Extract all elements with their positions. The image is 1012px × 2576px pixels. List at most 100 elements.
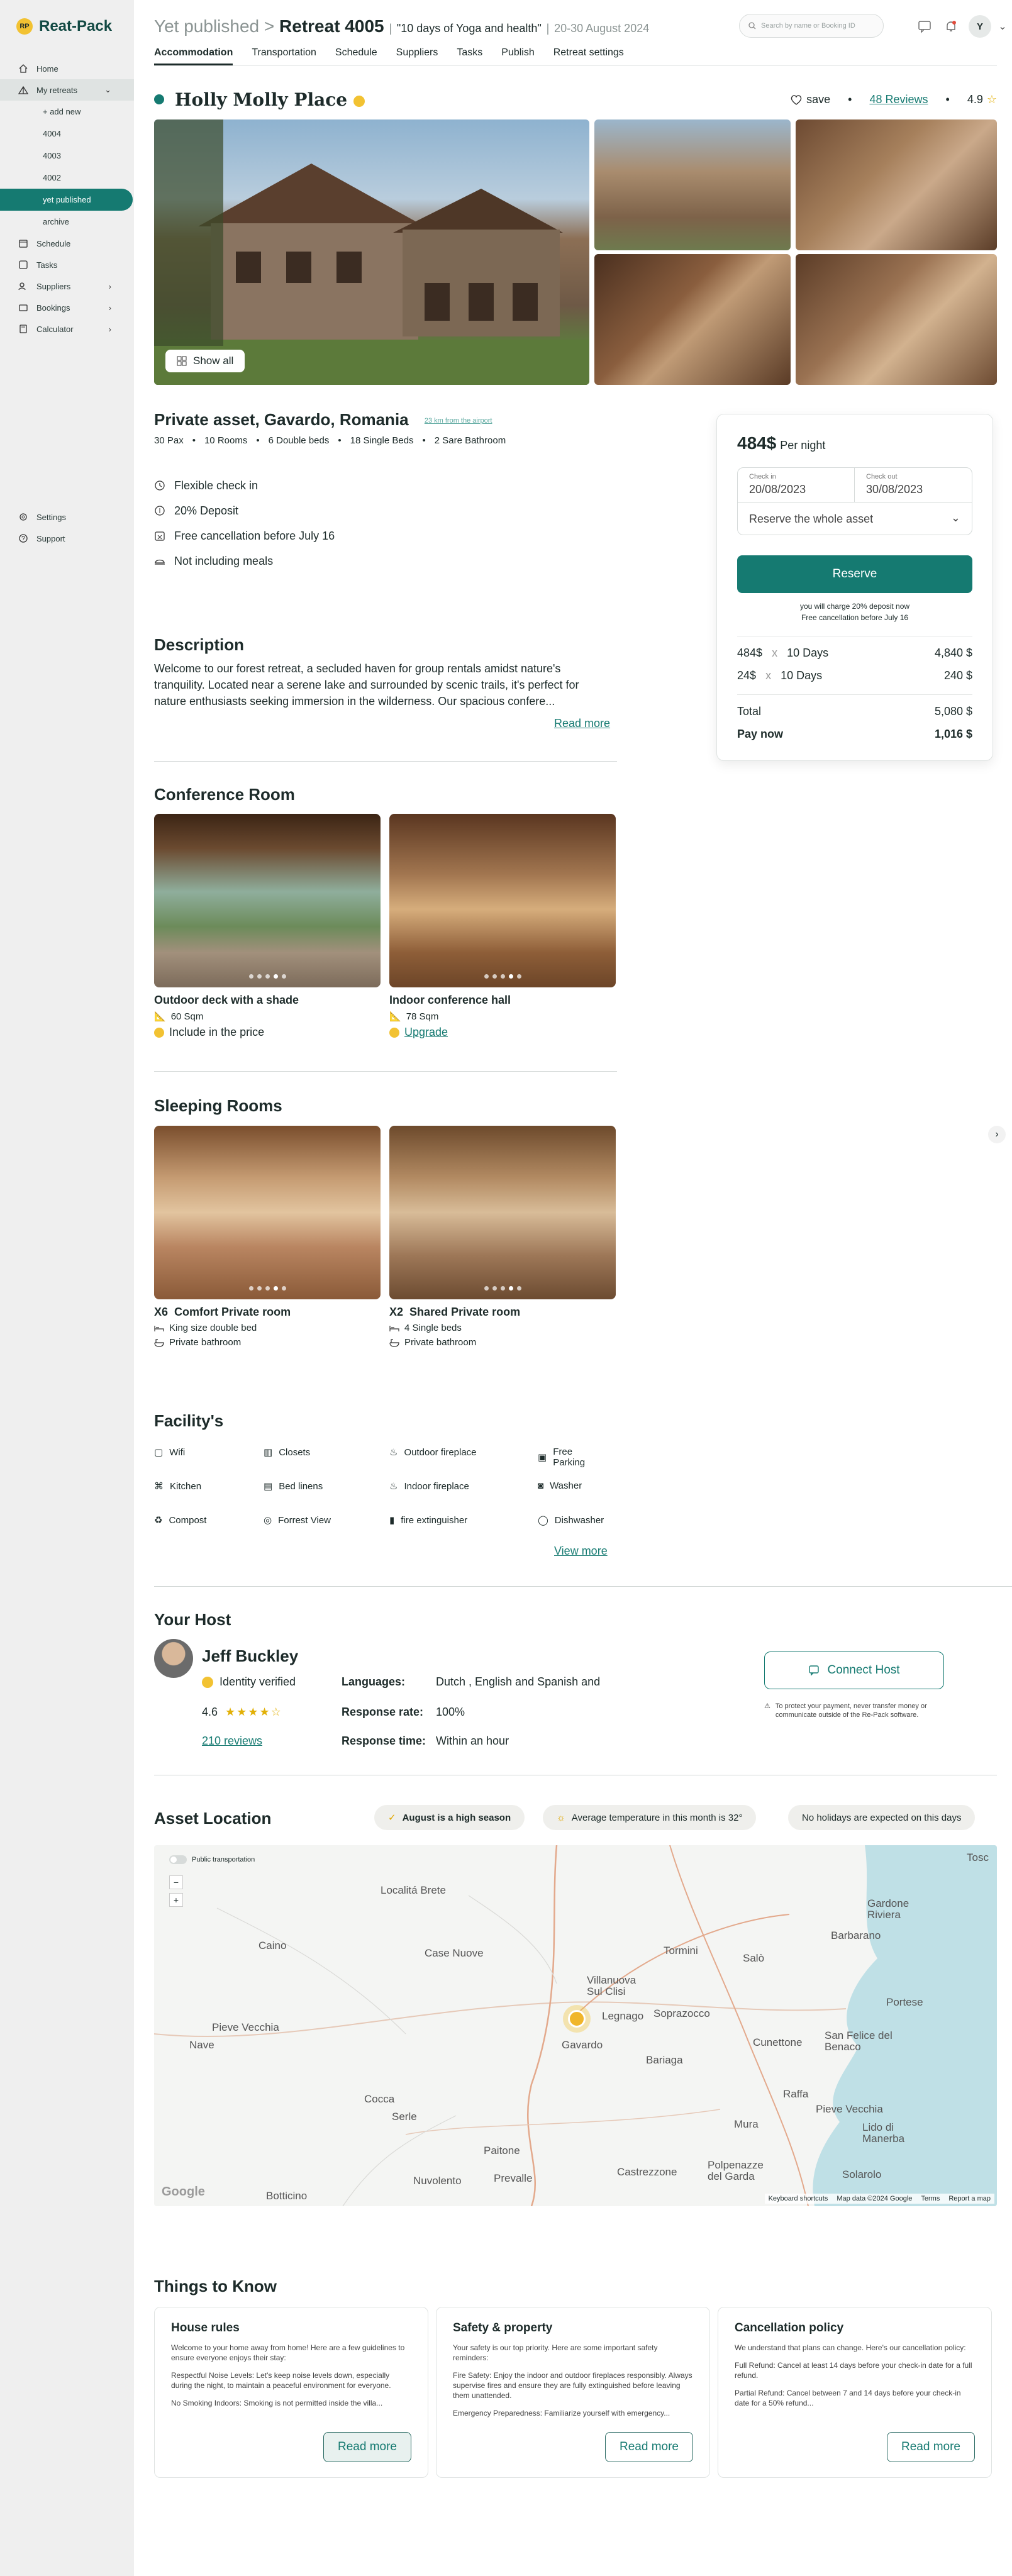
upgrade-link[interactable]: Upgrade	[404, 1026, 448, 1039]
host-reviews-link[interactable]: 210 reviews	[202, 1735, 262, 1748]
room-photo[interactable]	[389, 1126, 616, 1299]
photo-gallery[interactable]: Show all	[154, 119, 997, 385]
host-heading: Your Host	[154, 1610, 231, 1629]
sidebar-item-settings[interactable]: Settings	[0, 506, 134, 528]
map-footer-shortcuts[interactable]: Keyboard shortcuts	[769, 2195, 828, 2202]
tab-publish[interactable]: Publish	[501, 47, 534, 65]
separator-dot: •	[945, 93, 950, 106]
perk-item: Flexible check in	[154, 473, 335, 498]
compost-icon: ♻	[154, 1515, 163, 1526]
chat-icon[interactable]	[915, 17, 934, 36]
description-read-more[interactable]: Read more	[554, 717, 610, 730]
rating-value: 4.9	[967, 93, 983, 106]
carousel-dots[interactable]	[389, 974, 616, 979]
chevron-right-icon[interactable]: ›	[109, 282, 111, 291]
sidebar-sub-add-new[interactable]: + add new	[0, 101, 134, 123]
sidebar-item-tasks[interactable]: Tasks	[0, 254, 134, 275]
sidebar-sub-yet-published[interactable]: yet published	[0, 189, 133, 211]
carousel-dots[interactable]	[389, 1286, 616, 1291]
gallery-photo-5[interactable]	[796, 254, 997, 385]
zoom-in-button[interactable]: +	[169, 1893, 183, 1907]
sleeping-room-card[interactable]: X6 Comfort Private room King size double…	[154, 1126, 381, 1348]
distance-link[interactable]: 23 km from the airport	[425, 417, 492, 425]
location-map[interactable]: Public transportation − + Localitá Brete…	[154, 1845, 997, 2206]
show-all-button[interactable]: Show all	[165, 350, 245, 372]
card-text: Partial Refund: Cancel between 7 and 14 …	[735, 2389, 961, 2407]
sidebar-sub-4002[interactable]: 4002	[0, 167, 134, 189]
chevron-right-icon[interactable]: ›	[109, 325, 111, 334]
sidebar-sub-4004[interactable]: 4004	[0, 123, 134, 145]
save-button[interactable]: save	[790, 93, 830, 106]
grid-icon	[177, 356, 187, 366]
facility-item: ▢ Wifi	[154, 1446, 185, 1458]
conference-room-card[interactable]: Outdoor deck with a shade 📐 60 Sqm Includ…	[154, 814, 381, 1039]
sidebar-sub-archive[interactable]: archive	[0, 211, 134, 233]
search-box[interactable]: Search by name or Booking ID	[739, 14, 884, 38]
gallery-photo-4[interactable]	[594, 254, 791, 385]
sidebar-item-my-retreats[interactable]: My retreats ⌄	[0, 79, 134, 101]
sidebar-item-label: Settings	[36, 512, 66, 522]
date-picker[interactable]: Check in 20/08/2023 Check out 30/08/2023…	[737, 467, 972, 535]
house-rules-read-more-button[interactable]: Read more	[323, 2432, 411, 2462]
search-input[interactable]: Search by name or Booking ID	[761, 22, 855, 30]
carousel-dots[interactable]	[154, 974, 381, 979]
gallery-photo-2[interactable]	[594, 119, 791, 250]
reviews-link[interactable]: 48 Reviews	[869, 93, 928, 106]
sidebar-item-suppliers[interactable]: Suppliers ›	[0, 275, 134, 297]
cancellation-read-more-button[interactable]: Read more	[887, 2432, 975, 2462]
breakdown-rate: 484$	[737, 646, 763, 659]
sleeping-room-card[interactable]: X2 Shared Private room 4 Single beds Pri…	[389, 1126, 616, 1348]
asset-title-text: Private asset, Gavardo, Romania	[154, 410, 409, 429]
sidebar-item-home[interactable]: Home	[0, 58, 134, 79]
carousel-dots[interactable]	[154, 1286, 381, 1291]
sidebar-item-calculator[interactable]: Calculator ›	[0, 318, 134, 340]
gallery-main-photo[interactable]: Show all	[154, 119, 589, 385]
tab-retreat-settings[interactable]: Retreat settings	[553, 47, 624, 65]
brand[interactable]: RP Reat-Pack	[0, 14, 134, 39]
room-photo[interactable]	[154, 814, 381, 987]
map-footer-report[interactable]: Report a map	[948, 2195, 991, 2202]
chevron-right-icon[interactable]: ›	[109, 303, 111, 313]
tab-tasks[interactable]: Tasks	[457, 47, 482, 65]
languages-label: Languages:	[342, 1675, 406, 1688]
room-photo[interactable]	[389, 814, 616, 987]
description-text: Welcome to our forest retreat, a seclude…	[154, 662, 579, 708]
scroll-next-icon[interactable]: ›	[988, 1126, 1006, 1143]
location-heading: Asset Location	[154, 1809, 272, 1828]
chevron-down-icon[interactable]: ⌄	[104, 85, 111, 95]
sidebar-sub-4003[interactable]: 4003	[0, 145, 134, 167]
chevron-down-icon[interactable]: ⌄	[993, 17, 1012, 36]
conference-room-card[interactable]: Indoor conference hall 📐 78 Sqm Upgrade	[389, 814, 616, 1039]
facility-item: ▤ Bed linens	[264, 1480, 323, 1492]
tab-schedule[interactable]: Schedule	[335, 47, 377, 65]
safety-read-more-button[interactable]: Read more	[605, 2432, 693, 2462]
sidebar-item-bookings[interactable]: Bookings ›	[0, 297, 134, 318]
facilities-view-more[interactable]: View more	[554, 1545, 608, 1558]
host-rating-value: 4.6	[202, 1706, 218, 1718]
bell-icon[interactable]	[942, 17, 960, 36]
map-pin-icon[interactable]	[563, 2005, 591, 2033]
reserve-type-select[interactable]: Reserve the whole asset ⌄	[738, 502, 972, 536]
connect-host-button[interactable]: Connect Host	[764, 1652, 944, 1689]
room-photo[interactable]	[154, 1126, 381, 1299]
reserve-button[interactable]: Reserve	[737, 555, 972, 593]
closet-icon: ▥	[264, 1447, 273, 1458]
tab-transportation[interactable]: Transportation	[252, 47, 316, 65]
sidebar-item-support[interactable]: Support	[0, 528, 134, 549]
facility-item: ▮ fire extinguisher	[389, 1514, 467, 1526]
payment-protection-text: To protect your payment, never transfer …	[775, 1702, 927, 1719]
map-footer-terms[interactable]: Terms	[921, 2195, 940, 2202]
breakdown-times: x	[765, 669, 772, 682]
host-rating: 4.6 ★★★★☆	[202, 1706, 282, 1719]
breadcrumb-status[interactable]: Yet published	[154, 16, 259, 36]
checkout-field[interactable]: Check out 30/08/2023	[855, 468, 972, 502]
checkin-field[interactable]: Check in 20/08/2023	[738, 468, 855, 502]
facility-item: ⌘ Kitchen	[154, 1480, 201, 1492]
tab-suppliers[interactable]: Suppliers	[396, 47, 438, 65]
gallery-photo-3[interactable]	[796, 119, 997, 250]
zoom-out-button[interactable]: −	[169, 1875, 183, 1889]
sidebar-item-schedule[interactable]: Schedule	[0, 233, 134, 254]
tab-accommodation[interactable]: Accommodation	[154, 47, 233, 65]
public-transport-toggle[interactable]: Public transportation	[169, 1855, 255, 1864]
user-avatar[interactable]: Y	[969, 15, 991, 38]
